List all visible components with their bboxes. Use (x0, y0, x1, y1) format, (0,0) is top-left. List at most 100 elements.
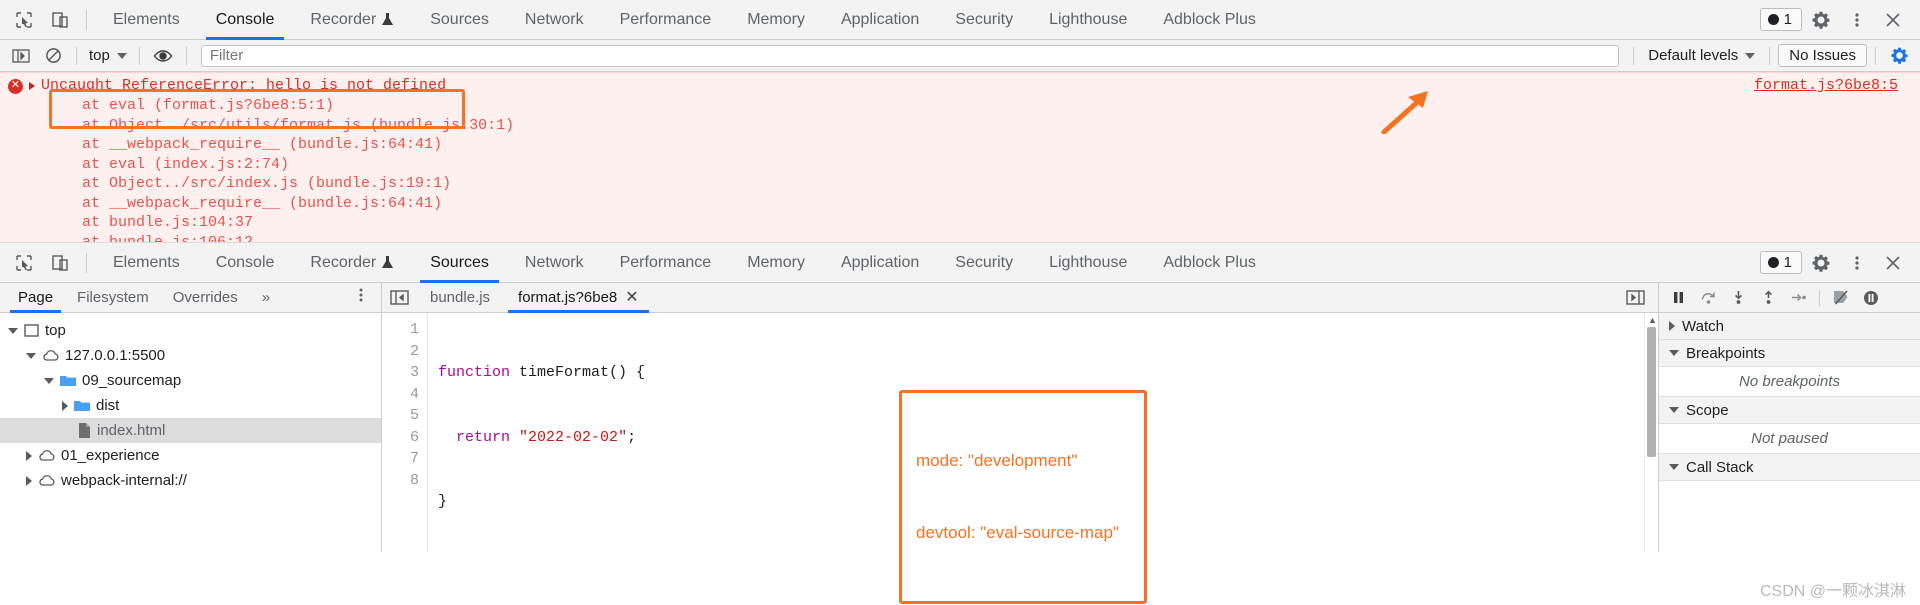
twisty-down-icon[interactable] (8, 327, 18, 334)
device-toolbar-icon[interactable] (42, 245, 78, 281)
stack-frame[interactable]: at bundle.js:106:12 (0, 233, 1920, 243)
step-over-icon[interactable] (1695, 285, 1721, 311)
tree-item-origin[interactable]: 127.0.0.1:5500 (0, 343, 381, 368)
log-levels-select[interactable]: Default levels (1642, 47, 1761, 64)
editor-tab-bundle-js[interactable]: bundle.js (416, 283, 504, 313)
tab-security[interactable]: Security (937, 243, 1031, 283)
twisty-right-icon[interactable] (62, 400, 68, 411)
tab-console[interactable]: Console (198, 0, 293, 40)
stack-frame[interactable]: at bundle.js:104:37 (0, 213, 1920, 233)
settings-gear-icon[interactable] (1804, 3, 1838, 37)
more-options-icon[interactable] (1840, 246, 1874, 280)
twisty-right-icon[interactable] (26, 450, 32, 461)
stack-frame[interactable]: at __webpack_require__ (bundle.js:64:41) (0, 135, 1920, 155)
nav-tab-more[interactable]: » (250, 283, 282, 313)
tab-sources[interactable]: Sources (412, 0, 507, 40)
stack-frame[interactable]: at Object../src/utils/format.js (bundle.… (0, 116, 1920, 136)
scroll-up-arrow-icon[interactable]: ▲ (1648, 315, 1657, 325)
debugger-section-breakpoints[interactable]: Breakpoints (1659, 340, 1920, 367)
inspect-element-icon[interactable] (6, 2, 42, 38)
tab-security[interactable]: Security (937, 0, 1031, 40)
nav-tab-page[interactable]: Page (6, 283, 65, 313)
stack-frame[interactable]: at __webpack_require__ (bundle.js:64:41) (0, 194, 1920, 214)
stack-frame[interactable]: at eval (format.js?6be8:5:1) (0, 96, 1920, 116)
tab-elements[interactable]: Elements (95, 0, 198, 40)
no-issues-button[interactable]: No Issues (1778, 44, 1867, 67)
tree-item-top[interactable]: top (0, 318, 381, 343)
twisty-right-icon[interactable] (1669, 321, 1675, 331)
step-into-icon[interactable] (1725, 285, 1751, 311)
tab-lighthouse[interactable]: Lighthouse (1031, 0, 1145, 40)
tab-performance[interactable]: Performance (602, 0, 730, 40)
tab-adblock-plus[interactable]: Adblock Plus (1145, 243, 1274, 283)
close-devtools-icon[interactable] (1876, 246, 1910, 280)
tab-sources[interactable]: Sources (412, 243, 507, 283)
scrollbar-thumb[interactable] (1647, 327, 1656, 457)
execution-context-select[interactable]: top (85, 47, 131, 64)
tab-recorder[interactable]: Recorder (292, 243, 412, 283)
tree-item-file-index-html[interactable]: index.html (0, 418, 381, 443)
editor-tab-format-js[interactable]: format.js?6be8 ✕ (504, 283, 653, 313)
twisty-down-icon[interactable] (26, 352, 36, 359)
tab-label: Performance (619, 253, 712, 271)
settings-gear-icon[interactable] (1804, 246, 1838, 280)
execution-context-label: top (89, 47, 110, 64)
close-icon[interactable]: ✕ (625, 289, 638, 306)
step-out-icon[interactable] (1755, 285, 1781, 311)
editor-tab-label: format.js?6be8 (518, 289, 618, 306)
deactivate-breakpoints-icon[interactable] (1828, 285, 1854, 311)
stack-frame[interactable]: at Object../src/index.js (bundle.js:19:1… (0, 174, 1920, 194)
tab-memory[interactable]: Memory (729, 243, 823, 283)
tab-performance[interactable]: Performance (602, 243, 730, 283)
nav-tab-filesystem[interactable]: Filesystem (65, 283, 161, 313)
debugger-section-scope[interactable]: Scope (1659, 397, 1920, 424)
twisty-down-icon[interactable] (1669, 407, 1679, 413)
debugger-section-watch[interactable]: Watch (1659, 313, 1920, 340)
tab-elements[interactable]: Elements (95, 243, 198, 283)
nav-tab-overrides[interactable]: Overrides (161, 283, 250, 313)
twisty-right-icon[interactable] (26, 475, 32, 486)
tab-network[interactable]: Network (507, 0, 602, 40)
tab-network[interactable]: Network (507, 243, 602, 283)
twisty-down-icon[interactable] (44, 377, 54, 384)
tree-item-label: dist (96, 397, 120, 414)
editor-scrollbar[interactable]: ▲ (1644, 313, 1658, 552)
console-settings-gear-icon[interactable] (1884, 42, 1914, 70)
pause-resume-icon[interactable] (1665, 285, 1691, 311)
close-devtools-icon[interactable] (1876, 3, 1910, 37)
tab-adblock-plus[interactable]: Adblock Plus (1145, 0, 1274, 40)
pause-on-exceptions-icon[interactable] (1858, 285, 1884, 311)
show-navigator-icon[interactable] (382, 283, 416, 313)
live-expression-eye-icon[interactable] (148, 42, 178, 70)
show-debugger-icon[interactable] (1618, 283, 1652, 313)
device-toolbar-icon[interactable] (42, 2, 78, 38)
error-count-badge[interactable]: 1 (1759, 251, 1802, 274)
console-filter-input[interactable] (200, 44, 1620, 67)
navigator-more-options-icon[interactable] (345, 286, 377, 309)
expand-triangle-icon[interactable] (29, 82, 35, 90)
tab-recorder[interactable]: Recorder (292, 0, 412, 40)
chevron-down-icon (116, 52, 127, 59)
twisty-down-icon[interactable] (1669, 464, 1679, 470)
error-header-row[interactable]: ✕ Uncaught ReferenceError: hello is not … (0, 76, 1920, 96)
twisty-down-icon[interactable] (1669, 350, 1679, 356)
stack-frame[interactable]: at eval (index.js:2:74) (0, 155, 1920, 175)
inspect-element-icon[interactable] (6, 245, 42, 281)
tree-item-origin-01-experience[interactable]: 01_experience (0, 443, 381, 468)
tab-console[interactable]: Console (198, 243, 293, 283)
tree-item-origin-webpack-internal[interactable]: webpack-internal:// (0, 468, 381, 493)
error-source-link[interactable]: format.js?6be8:5 (1754, 77, 1898, 94)
tab-lighthouse[interactable]: Lighthouse (1031, 243, 1145, 283)
error-count-badge[interactable]: 1 (1759, 8, 1802, 31)
debugger-section-call-stack[interactable]: Call Stack (1659, 454, 1920, 481)
console-sidebar-toggle-icon[interactable] (6, 42, 36, 70)
editor-tabbar-actions (1618, 283, 1658, 313)
more-options-icon[interactable] (1840, 3, 1874, 37)
step-icon[interactable] (1785, 285, 1811, 311)
tab-memory[interactable]: Memory (729, 0, 823, 40)
clear-console-icon[interactable] (38, 42, 68, 70)
tree-item-folder-09-sourcemap[interactable]: 09_sourcemap (0, 368, 381, 393)
tab-application[interactable]: Application (823, 0, 937, 40)
tab-application[interactable]: Application (823, 243, 937, 283)
tree-item-folder-dist[interactable]: dist (0, 393, 381, 418)
